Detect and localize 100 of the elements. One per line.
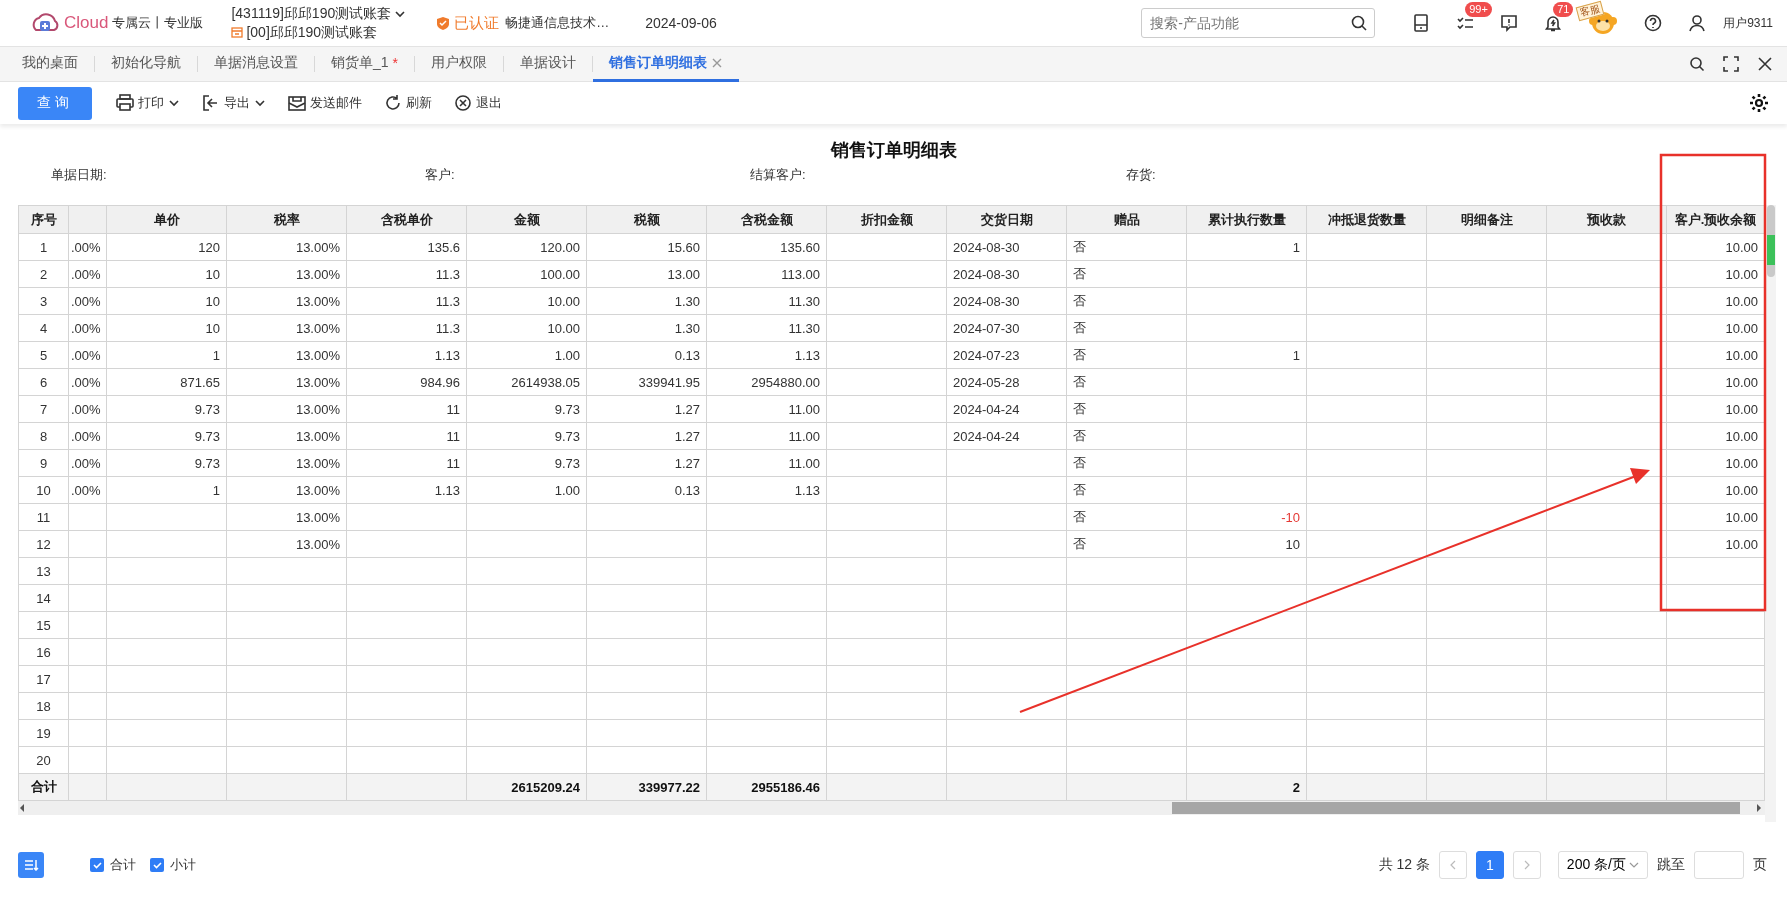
table-cell: 2024-08-30 [946, 260, 1067, 288]
search-field[interactable]: 搜索-产品功能 [1141, 8, 1376, 38]
filter-label: 客户: [425, 166, 455, 184]
checkbox[interactable] [150, 858, 164, 872]
column-header: 税率 [226, 205, 347, 234]
envelope-icon [288, 94, 306, 112]
table-cell: 14 [18, 584, 69, 612]
table-cell: 10 [106, 287, 227, 315]
toolbar-button[interactable]: 发送邮件 [288, 94, 362, 112]
date-label: 2024-09-06 [645, 15, 717, 31]
table-cell: 13 [18, 557, 69, 585]
table-cell: 1.13 [346, 476, 467, 504]
table-cell: 否 [1066, 530, 1187, 558]
account-selector[interactable]: [00]邱邱190测试账套 [246, 23, 378, 42]
settings-icon[interactable] [1749, 93, 1769, 113]
table-cell: 17 [18, 665, 69, 693]
table-cell: 113.00 [706, 260, 827, 288]
table-cell: 11.3 [346, 314, 467, 342]
table-cell: 2 [18, 260, 69, 288]
chevron-down-icon [1629, 860, 1639, 870]
fullscreen-icon[interactable] [1723, 56, 1739, 72]
scroll-right-icon[interactable] [1755, 803, 1763, 813]
toolbar-button[interactable]: 退出 [454, 94, 502, 112]
page-input[interactable] [1694, 851, 1744, 879]
bell-icon[interactable] [1544, 14, 1563, 32]
table-cell: 9.73 [106, 422, 227, 450]
table-cell: 1.00 [466, 476, 587, 504]
tab[interactable]: 初始化导航 [95, 47, 197, 82]
list-icon [23, 859, 39, 871]
close-circle-icon [454, 94, 472, 112]
user-icon[interactable] [1688, 14, 1707, 32]
column-list-button[interactable] [18, 852, 44, 878]
table-cell: 1.13 [346, 341, 467, 369]
checkbox-label: 小计 [170, 856, 196, 874]
help-icon[interactable] [1644, 14, 1663, 32]
table-cell: 否 [1066, 341, 1187, 369]
table-cell: .00% [68, 422, 107, 450]
column-header: 含税金额 [706, 205, 827, 234]
toolbar-button[interactable]: 打印 [116, 94, 180, 112]
table-cell: .00% [68, 368, 107, 396]
device-icon[interactable] [1412, 14, 1431, 32]
column-header: 税额 [586, 205, 707, 234]
query-button[interactable]: 查询 [18, 86, 92, 120]
tab[interactable]: 销货单_1 * [315, 47, 415, 82]
company-name: 畅捷通信息技术… [505, 14, 610, 32]
table-cell: 否 [1066, 287, 1187, 315]
table-cell: .00% [68, 287, 107, 315]
table-cell: 13.00% [226, 233, 347, 261]
filter-label: 单据日期: [51, 166, 107, 184]
scrollbar-thumb[interactable] [1767, 205, 1775, 277]
close-icon[interactable] [1757, 56, 1773, 72]
table-cell: 0.13 [586, 341, 707, 369]
table-cell: .00% [68, 395, 107, 423]
total-label: 合计 [18, 773, 69, 801]
table-cell: 9.73 [466, 395, 587, 423]
message-icon[interactable] [1500, 14, 1519, 32]
table-cell: 否 [1066, 449, 1187, 477]
table-cell: 1.27 [586, 422, 707, 450]
page-size-select[interactable]: 200 条/页 [1557, 851, 1648, 879]
table-cell: 11 [346, 395, 467, 423]
table-cell: 2614938.05 [466, 368, 587, 396]
table-cell: 9.73 [106, 395, 227, 423]
task-list-icon[interactable] [1456, 14, 1475, 32]
table-cell: 2954880.00 [706, 368, 827, 396]
column-header: 含税单价 [346, 205, 467, 234]
table-cell: 10.00 [466, 287, 587, 315]
table-cell: 否 [1066, 314, 1187, 342]
column-header: 预收款 [1546, 205, 1667, 234]
user-name[interactable]: 用户9311 [1723, 14, 1773, 32]
table-cell: 10 [18, 476, 69, 504]
toolbar-button[interactable]: 导出 [202, 94, 266, 112]
table-cell: 2024-04-24 [946, 395, 1067, 423]
table-cell: 1.30 [586, 287, 707, 315]
search-icon[interactable] [1689, 56, 1705, 72]
table-cell: .00% [68, 260, 107, 288]
checkbox[interactable] [90, 858, 104, 872]
check-icon [152, 860, 162, 870]
scrollbar-thumb[interactable] [1172, 802, 1740, 814]
table-cell: 120.00 [466, 233, 587, 261]
page-button[interactable]: 1 [1475, 851, 1504, 879]
table-cell: 否 [1066, 395, 1187, 423]
table-cell: .00% [68, 233, 107, 261]
tab[interactable]: 单据消息设置 [198, 47, 314, 82]
tab[interactable]: 用户权限 [415, 47, 504, 82]
table-cell: 11.3 [346, 287, 467, 315]
table-cell: 11.00 [706, 422, 827, 450]
toolbar-button[interactable]: 刷新 [384, 94, 432, 112]
table-cell: 9.73 [106, 449, 227, 477]
account-selector[interactable]: [431119]邱邱190测试账套 [231, 4, 392, 23]
table-cell: 13.00% [226, 260, 347, 288]
table-cell: 2024-08-30 [946, 287, 1067, 315]
tab[interactable]: 我的桌面 [6, 47, 94, 82]
scroll-left-icon[interactable] [18, 803, 26, 813]
table-cell: 13.00% [226, 395, 347, 423]
tab[interactable]: 单据设计 [504, 47, 593, 82]
column-header: 折扣金额 [826, 205, 947, 234]
column-header: 金额 [466, 205, 587, 234]
table-cell: .00% [68, 476, 107, 504]
total-cell: 2 [1186, 773, 1307, 801]
table-cell: 984.96 [346, 368, 467, 396]
